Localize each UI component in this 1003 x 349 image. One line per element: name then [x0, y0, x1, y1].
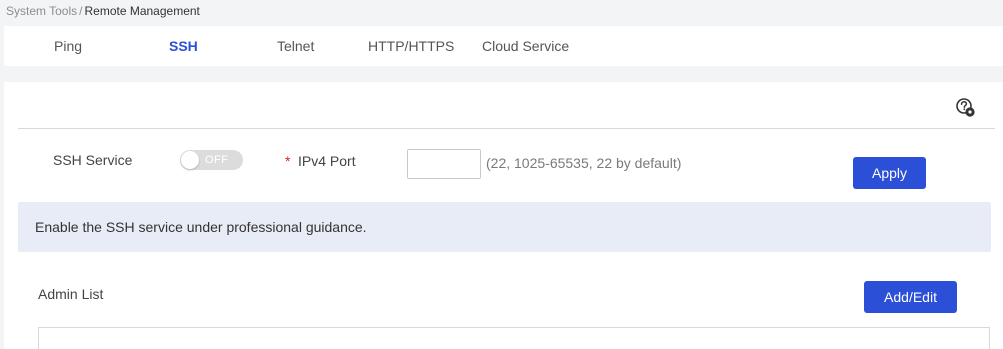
- tab-telnet[interactable]: Telnet: [277, 26, 314, 66]
- toggle-state-text: OFF: [205, 154, 229, 166]
- admin-list-table: [38, 327, 990, 349]
- ssh-service-label: SSH Service: [53, 152, 133, 168]
- ipv4-port-input[interactable]: [407, 149, 481, 179]
- breadcrumb-parent[interactable]: System Tools: [6, 4, 77, 18]
- ipv4-port-hint: (22, 1025-65535, 22 by default): [486, 155, 682, 171]
- help-settings-icon[interactable]: [955, 97, 977, 119]
- toggle-knob: [181, 151, 199, 169]
- section-divider: [18, 128, 995, 129]
- required-marker: *: [285, 153, 291, 169]
- ssh-service-toggle[interactable]: OFF: [180, 150, 243, 170]
- admin-list-title: Admin List: [38, 286, 104, 302]
- notice-text: Enable the SSH service under professiona…: [35, 219, 367, 235]
- breadcrumb-current: Remote Management: [84, 4, 200, 18]
- breadcrumb: System Tools / Remote Management: [6, 4, 200, 18]
- tab-bar: Ping SSH Telnet HTTP/HTTPS Cloud Service: [4, 26, 1003, 66]
- ipv4-port-label: IPv4 Port: [298, 153, 356, 169]
- breadcrumb-separator: /: [79, 4, 83, 18]
- tab-ping[interactable]: Ping: [54, 26, 82, 66]
- ssh-settings-panel: SSH Service OFF * IPv4 Port (22, 1025-65…: [4, 82, 1003, 349]
- tab-ssh[interactable]: SSH: [169, 26, 198, 66]
- tab-cloud-service[interactable]: Cloud Service: [482, 26, 569, 66]
- apply-button[interactable]: Apply: [853, 157, 926, 189]
- notice-banner: Enable the SSH service under professiona…: [18, 202, 991, 252]
- add-edit-button[interactable]: Add/Edit: [864, 281, 957, 313]
- tab-http-https[interactable]: HTTP/HTTPS: [368, 26, 454, 66]
